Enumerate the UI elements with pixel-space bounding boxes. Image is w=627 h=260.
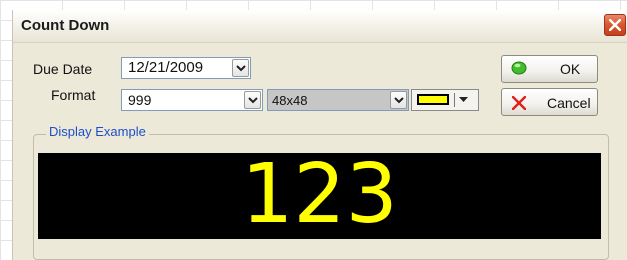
format-value: 999 [128,92,152,108]
due-date-dropdown-button[interactable] [232,59,249,77]
count-down-dialog: Count Down Due Date 12/21/2009 Format 99… [12,10,627,260]
ok-button[interactable]: OK [501,55,598,83]
size-select[interactable]: 48x48 [267,89,409,111]
chevron-down-icon [236,65,246,72]
display-example-text: 123 [241,147,398,242]
window-title: Count Down [21,17,110,34]
ok-button-label: OK [560,61,581,77]
close-button[interactable] [604,14,626,36]
close-icon [609,19,621,31]
format-select[interactable]: 999 [121,89,263,111]
color-picker[interactable] [411,89,479,111]
due-date-label: Due Date [33,61,93,77]
size-value: 48x48 [272,93,308,108]
format-dropdown-button[interactable] [244,91,261,109]
cancel-button-label: Cancel [547,95,591,111]
due-date-value: 12/21/2009 [128,59,204,76]
color-picker-divider [454,93,455,107]
title-bar: Count Down [13,10,627,43]
color-swatch [417,94,449,105]
size-dropdown-button[interactable] [390,91,407,109]
chevron-down-icon [248,97,258,104]
format-label: Format [51,87,96,103]
green-dot-icon [511,61,527,75]
red-x-icon [512,96,526,110]
chevron-down-icon [394,97,404,104]
due-date-picker[interactable]: 12/21/2009 [121,57,251,79]
display-example-group-title: Display Example [46,124,149,139]
cancel-button[interactable]: Cancel [501,88,598,116]
chevron-down-icon [459,97,468,102]
display-preview: 123 [38,149,601,241]
